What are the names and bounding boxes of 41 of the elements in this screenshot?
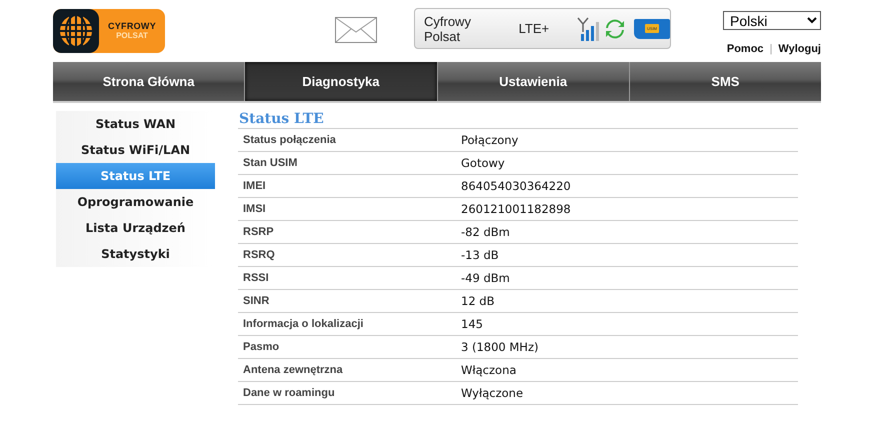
field-value: -49 dBm (461, 271, 511, 285)
field-label: Stan USIM (242, 157, 298, 169)
field-label: Pasmo (242, 341, 280, 353)
field-value: 3 (1800 MHz) (461, 340, 540, 354)
field-value: -82 dBm (461, 225, 511, 239)
help-link[interactable]: Pomoc (726, 43, 764, 55)
field-label: SINR (242, 295, 270, 307)
field-label: RSSI (242, 272, 270, 284)
field-value: Wyłączone (461, 386, 524, 400)
field-value: 864054030364220 (461, 179, 572, 193)
nav-tab[interactable]: Ustawienia (438, 62, 630, 101)
nav-tab[interactable]: SMS (630, 62, 821, 101)
logo-text: POLSAT (116, 31, 148, 40)
field-label: RSRP (242, 226, 275, 238)
field-label: Status połączenia (242, 134, 337, 146)
nav-tab[interactable]: Diagnostyka (245, 62, 438, 101)
link-separator: | (770, 43, 772, 55)
network-type: LTE+ (518, 21, 550, 36)
envelope-icon[interactable] (335, 17, 377, 43)
field-value: -13 dB (461, 248, 500, 262)
field-value: Włączona (461, 363, 518, 377)
field-label: Dane w roamingu (242, 387, 336, 399)
signal-icon (575, 16, 600, 42)
field-value: Gotowy (461, 156, 506, 170)
language-select[interactable]: Polski (723, 11, 821, 30)
field-value: 12 dB (461, 294, 496, 308)
operator-name: Cyfrowy Polsat (424, 14, 472, 44)
field-label: IMEI (242, 180, 267, 192)
section-title: Status LTE (238, 111, 798, 129)
field-label: Antena zewnętrzna (242, 364, 344, 376)
nav-tab[interactable]: Strona Główna (53, 62, 246, 101)
field-label: IMSI (242, 203, 267, 215)
field-value: 260121001182898 (461, 202, 572, 216)
field-label: RSRQ (242, 249, 276, 261)
field-label: Informacja o lokalizacji (242, 318, 364, 330)
globe-icon (59, 14, 93, 48)
logout-link[interactable]: Wyloguj (778, 43, 821, 55)
field-value: Połączony (461, 133, 520, 147)
logo-text: CYFROWY (108, 22, 156, 31)
refresh-icon (604, 18, 626, 40)
field-value: 145 (461, 317, 484, 331)
